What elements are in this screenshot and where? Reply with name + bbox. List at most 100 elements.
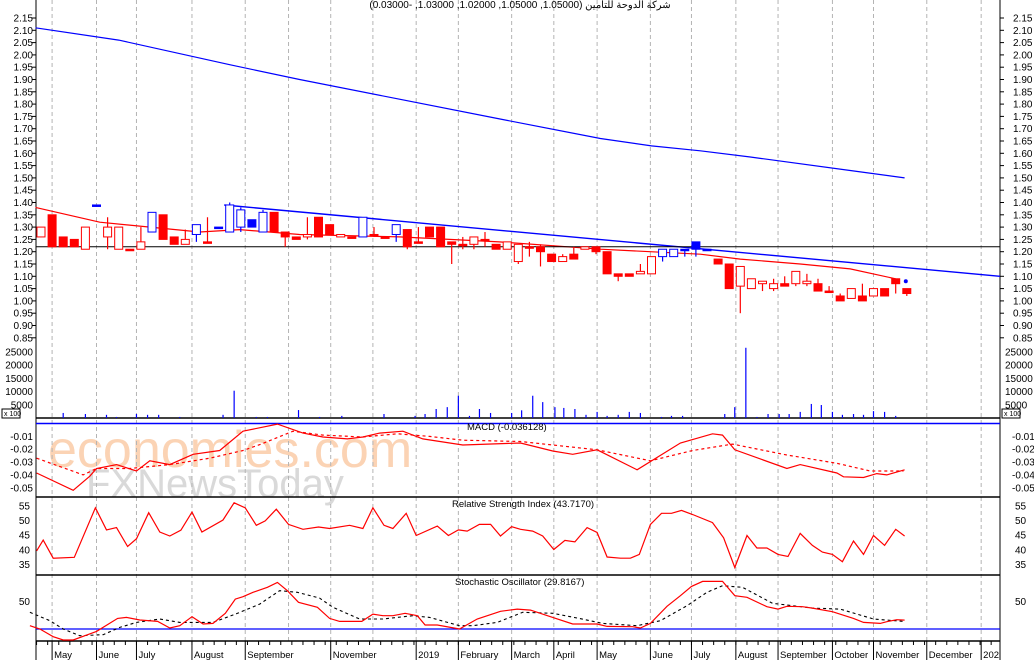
- candle[interactable]: [524, 246, 534, 249]
- candle[interactable]: [347, 236, 357, 239]
- candle[interactable]: [269, 211, 279, 233]
- candle[interactable]: [758, 280, 767, 285]
- candle[interactable]: [691, 241, 701, 250]
- rsi-tick-label-left: 35: [19, 560, 31, 571]
- candle[interactable]: [491, 243, 501, 250]
- price-tick-label-right: 1.20: [1013, 247, 1033, 258]
- candle[interactable]: [769, 283, 779, 290]
- candle[interactable]: [802, 280, 812, 285]
- candle[interactable]: [92, 204, 101, 207]
- candle[interactable]: [735, 265, 745, 287]
- candle[interactable]: [325, 224, 335, 235]
- chart-canvas[interactable]: economies.comFXNewsToday2.15 2.152.10 2.10…: [0, 0, 1034, 660]
- macd-tick-label-right: -0.02: [1012, 445, 1034, 456]
- candle[interactable]: [203, 241, 212, 244]
- candle[interactable]: [147, 211, 157, 233]
- price-tick-label-left: 1.70: [14, 124, 34, 135]
- candle[interactable]: [857, 295, 867, 302]
- candle[interactable]: [824, 290, 834, 294]
- candle[interactable]: [891, 278, 901, 285]
- candle[interactable]: [413, 241, 423, 244]
- candle[interactable]: [136, 241, 146, 250]
- rsi-tick-label-right: 45: [1015, 531, 1027, 542]
- candle[interactable]: [647, 256, 656, 275]
- candle[interactable]: [746, 278, 756, 290]
- candle[interactable]: [436, 226, 446, 248]
- candle[interactable]: [225, 204, 235, 233]
- price-tick-label-right: 2.10: [1013, 26, 1033, 37]
- last-price-marker: [903, 279, 908, 284]
- candle[interactable]: [458, 243, 468, 247]
- candle[interactable]: [658, 248, 668, 258]
- candle[interactable]: [613, 273, 623, 277]
- rsi-tick-label-left: 50: [19, 516, 31, 527]
- volume-tick-label-right: 20000: [1005, 361, 1033, 372]
- candle[interactable]: [813, 283, 823, 292]
- price-tick-label-left: 1.25: [14, 235, 34, 246]
- price-tick-label-left: 1.40: [14, 198, 34, 209]
- x-axis-month-label: September: [780, 650, 826, 660]
- rsi-label: Relative Strength Index (43.7170): [452, 499, 594, 510]
- candle[interactable]: [336, 233, 346, 238]
- candle[interactable]: [880, 288, 890, 297]
- candle[interactable]: [846, 288, 856, 299]
- candle[interactable]: [502, 241, 512, 250]
- candle[interactable]: [180, 238, 190, 245]
- candle[interactable]: [580, 246, 590, 250]
- candle[interactable]: [602, 251, 612, 275]
- candle[interactable]: [480, 238, 490, 242]
- candle[interactable]: [558, 256, 568, 263]
- candle[interactable]: [702, 248, 712, 252]
- candle[interactable]: [402, 229, 412, 248]
- candle[interactable]: [114, 226, 124, 250]
- stoch-tick-label-left: 50: [19, 597, 31, 608]
- candle[interactable]: [791, 270, 801, 285]
- macd-tick-label-left: -0.05: [10, 483, 33, 494]
- candle[interactable]: [669, 248, 679, 258]
- candle[interactable]: [169, 236, 179, 245]
- candle[interactable]: [236, 209, 246, 228]
- candle[interactable]: [624, 273, 634, 277]
- candle[interactable]: [635, 270, 645, 275]
- candle[interactable]: [380, 236, 390, 239]
- candle[interactable]: [58, 236, 68, 248]
- candle[interactable]: [369, 233, 379, 237]
- x-axis-month-label: June: [652, 650, 673, 660]
- candle[interactable]: [125, 248, 135, 252]
- candle[interactable]: [36, 226, 46, 238]
- candle[interactable]: [835, 295, 845, 302]
- candle[interactable]: [569, 253, 579, 260]
- candle[interactable]: [358, 216, 368, 238]
- candle[interactable]: [713, 258, 723, 265]
- candle[interactable]: [191, 224, 201, 235]
- candle[interactable]: [47, 214, 57, 248]
- candle[interactable]: [69, 238, 79, 248]
- candle[interactable]: [869, 288, 878, 297]
- candle[interactable]: [158, 214, 168, 240]
- candle[interactable]: [724, 263, 734, 290]
- candle[interactable]: [247, 219, 257, 228]
- macd-tick-label-left: -0.04: [10, 470, 33, 481]
- candle[interactable]: [547, 253, 557, 263]
- candle[interactable]: [103, 226, 113, 238]
- candle[interactable]: [469, 236, 479, 245]
- volume-tick-label-left: 10000: [5, 387, 33, 398]
- rsi-tick-label-right: 40: [1015, 545, 1027, 556]
- candle[interactable]: [291, 236, 301, 240]
- candle[interactable]: [80, 226, 90, 250]
- candle[interactable]: [447, 241, 457, 245]
- candle[interactable]: [680, 248, 690, 252]
- candle[interactable]: [302, 233, 312, 238]
- candle[interactable]: [425, 226, 434, 238]
- candle[interactable]: [314, 216, 323, 238]
- candle[interactable]: [391, 224, 401, 235]
- candle[interactable]: [214, 226, 224, 230]
- candle[interactable]: [513, 243, 523, 263]
- candle[interactable]: [591, 246, 601, 253]
- candle[interactable]: [280, 231, 290, 238]
- candle[interactable]: [258, 211, 268, 233]
- candle[interactable]: [536, 246, 545, 253]
- price-tick-label-right: 1.35: [1013, 210, 1033, 221]
- candle[interactable]: [780, 283, 790, 287]
- candle[interactable]: [902, 288, 912, 295]
